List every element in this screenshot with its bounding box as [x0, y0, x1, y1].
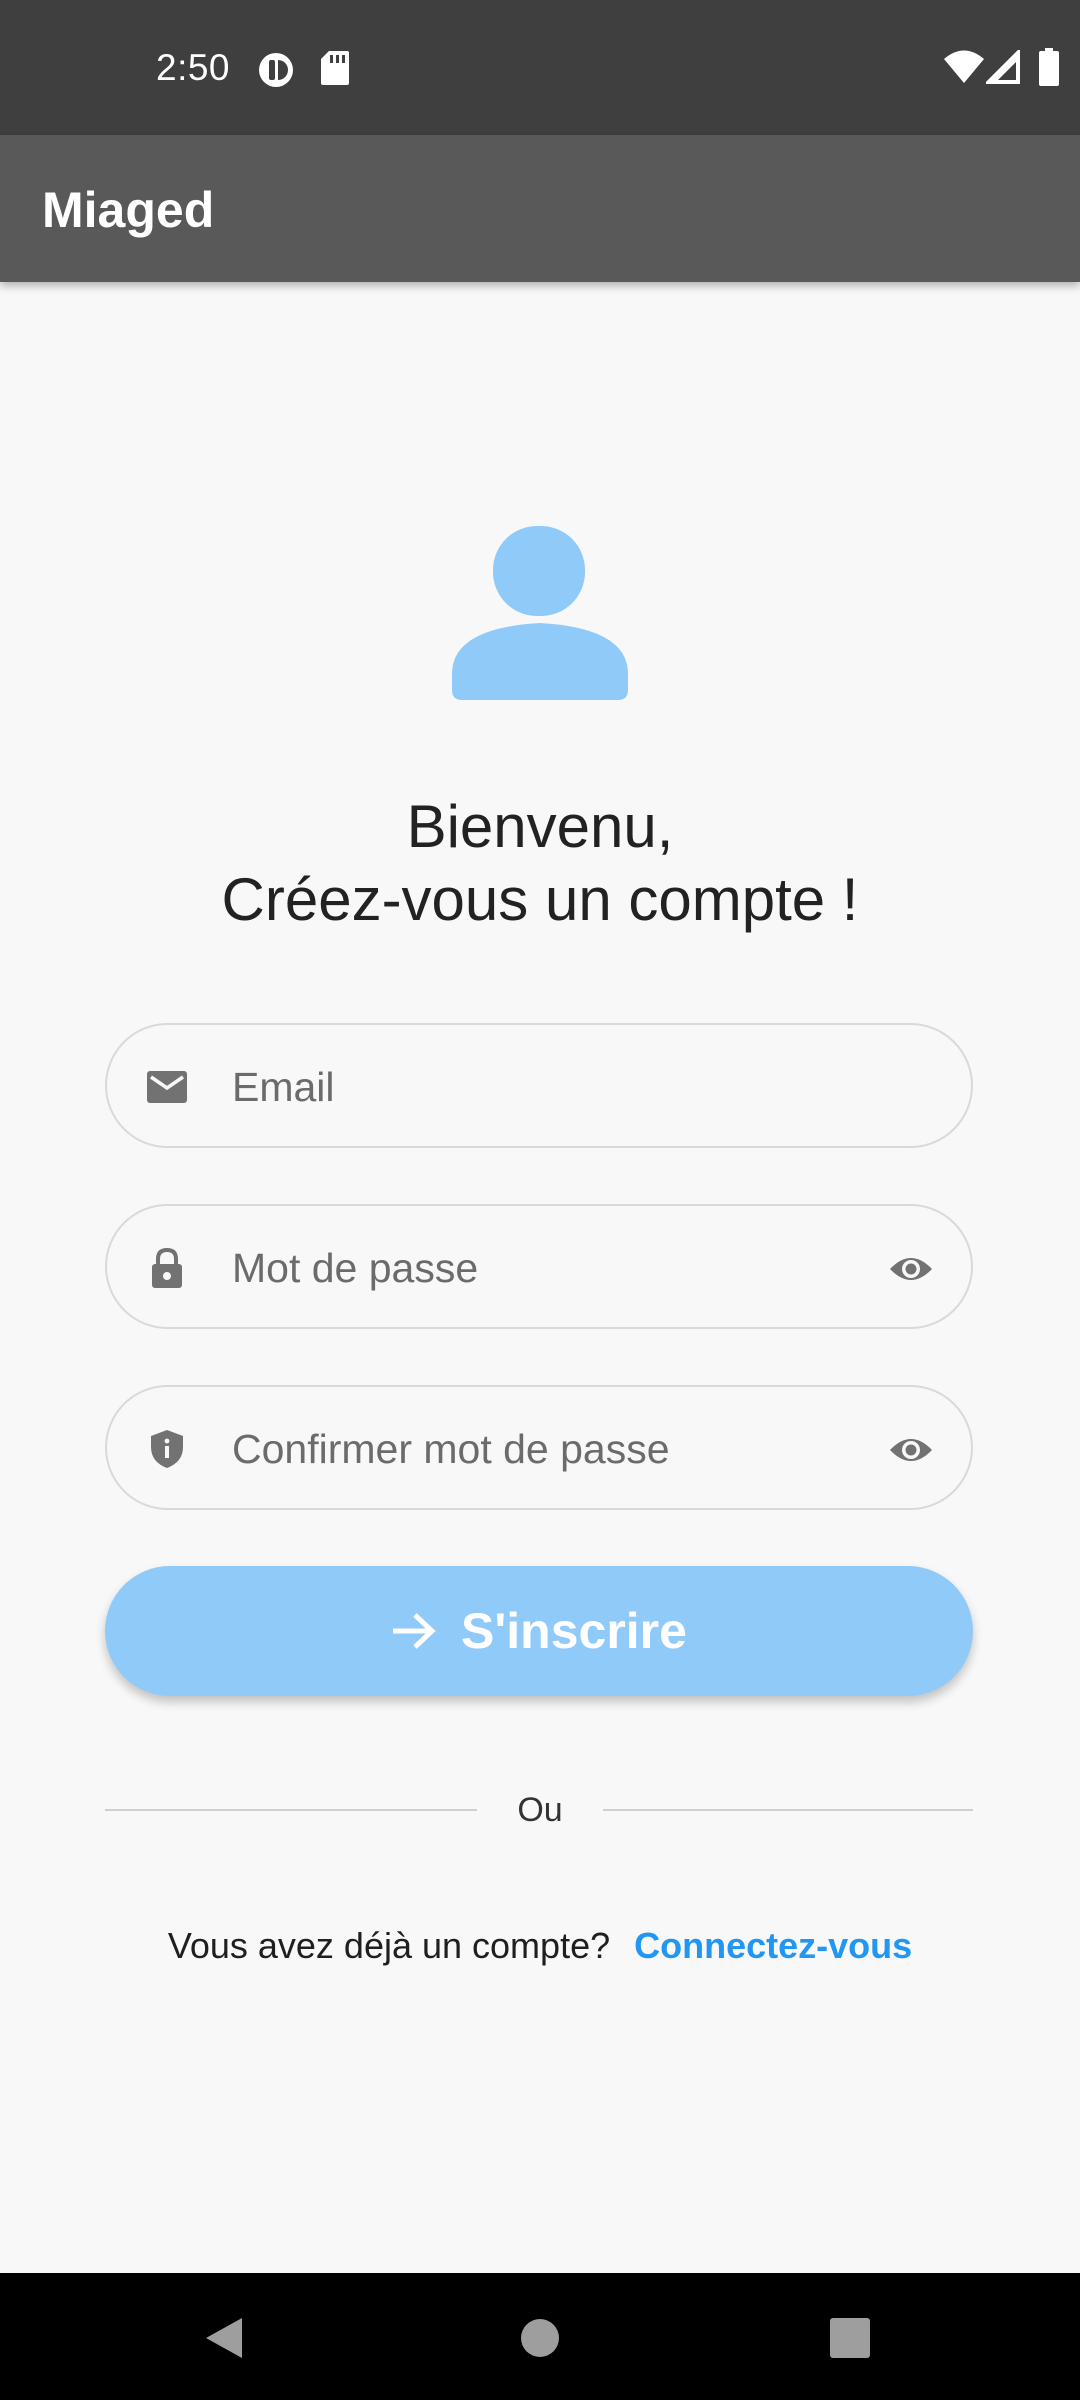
arrow-right-icon [393, 1613, 436, 1649]
signup-button-label: S'inscrire [461, 1603, 687, 1659]
divider-label: Ou [517, 1791, 563, 1829]
app-title: Miaged [42, 182, 215, 238]
confirm-password-field[interactable]: Confirmer mot de passe [105, 1385, 973, 1510]
confirm-password-placeholder: Confirmer mot de passe [232, 1426, 670, 1472]
password-field[interactable]: Mot de passe [105, 1204, 973, 1329]
password-placeholder: Mot de passe [232, 1245, 479, 1291]
divider-left [105, 1809, 477, 1811]
email-placeholder: Email [232, 1064, 335, 1110]
battery-icon [1038, 48, 1060, 91]
shield-icon [147, 1429, 187, 1469]
signin-prompt: Vous avez déjà un compte? [167, 1925, 611, 1966]
system-nav-bar [0, 2273, 1080, 2400]
signin-row: Vous avez déjà un compte? Connectez-vous [0, 1924, 1080, 1968]
signup-screen: 2:50 Miaged Bienvenu, Créez-vous un comp… [0, 0, 1080, 2400]
create-account-line: Créez-vous un compte ! [221, 866, 859, 933]
signup-button[interactable]: S'inscrire [105, 1566, 973, 1696]
divider-right [603, 1809, 973, 1811]
welcome-heading: Bienvenu, Créez-vous un compte ! [0, 790, 1080, 936]
status-bar: 2:50 [0, 0, 1080, 135]
eye-icon[interactable] [889, 1249, 933, 1289]
lock-icon [147, 1247, 187, 1288]
back-icon[interactable] [204, 2316, 244, 2365]
welcome-line: Bienvenu, [406, 793, 674, 860]
email-field[interactable]: Email [105, 1023, 973, 1148]
sd-card-icon [320, 50, 350, 91]
person-icon [448, 522, 632, 706]
signal-icon [983, 47, 1021, 89]
home-icon[interactable] [520, 2318, 560, 2363]
data-saver-icon [256, 50, 296, 95]
status-time: 2:50 [156, 47, 231, 88]
recents-icon[interactable] [830, 2318, 870, 2363]
wifi-icon [944, 50, 984, 89]
eye-icon[interactable] [889, 1430, 933, 1470]
email-icon [147, 1067, 187, 1107]
signin-link[interactable]: Connectez-vous [634, 1925, 912, 1966]
app-bar: Miaged [0, 135, 1080, 282]
